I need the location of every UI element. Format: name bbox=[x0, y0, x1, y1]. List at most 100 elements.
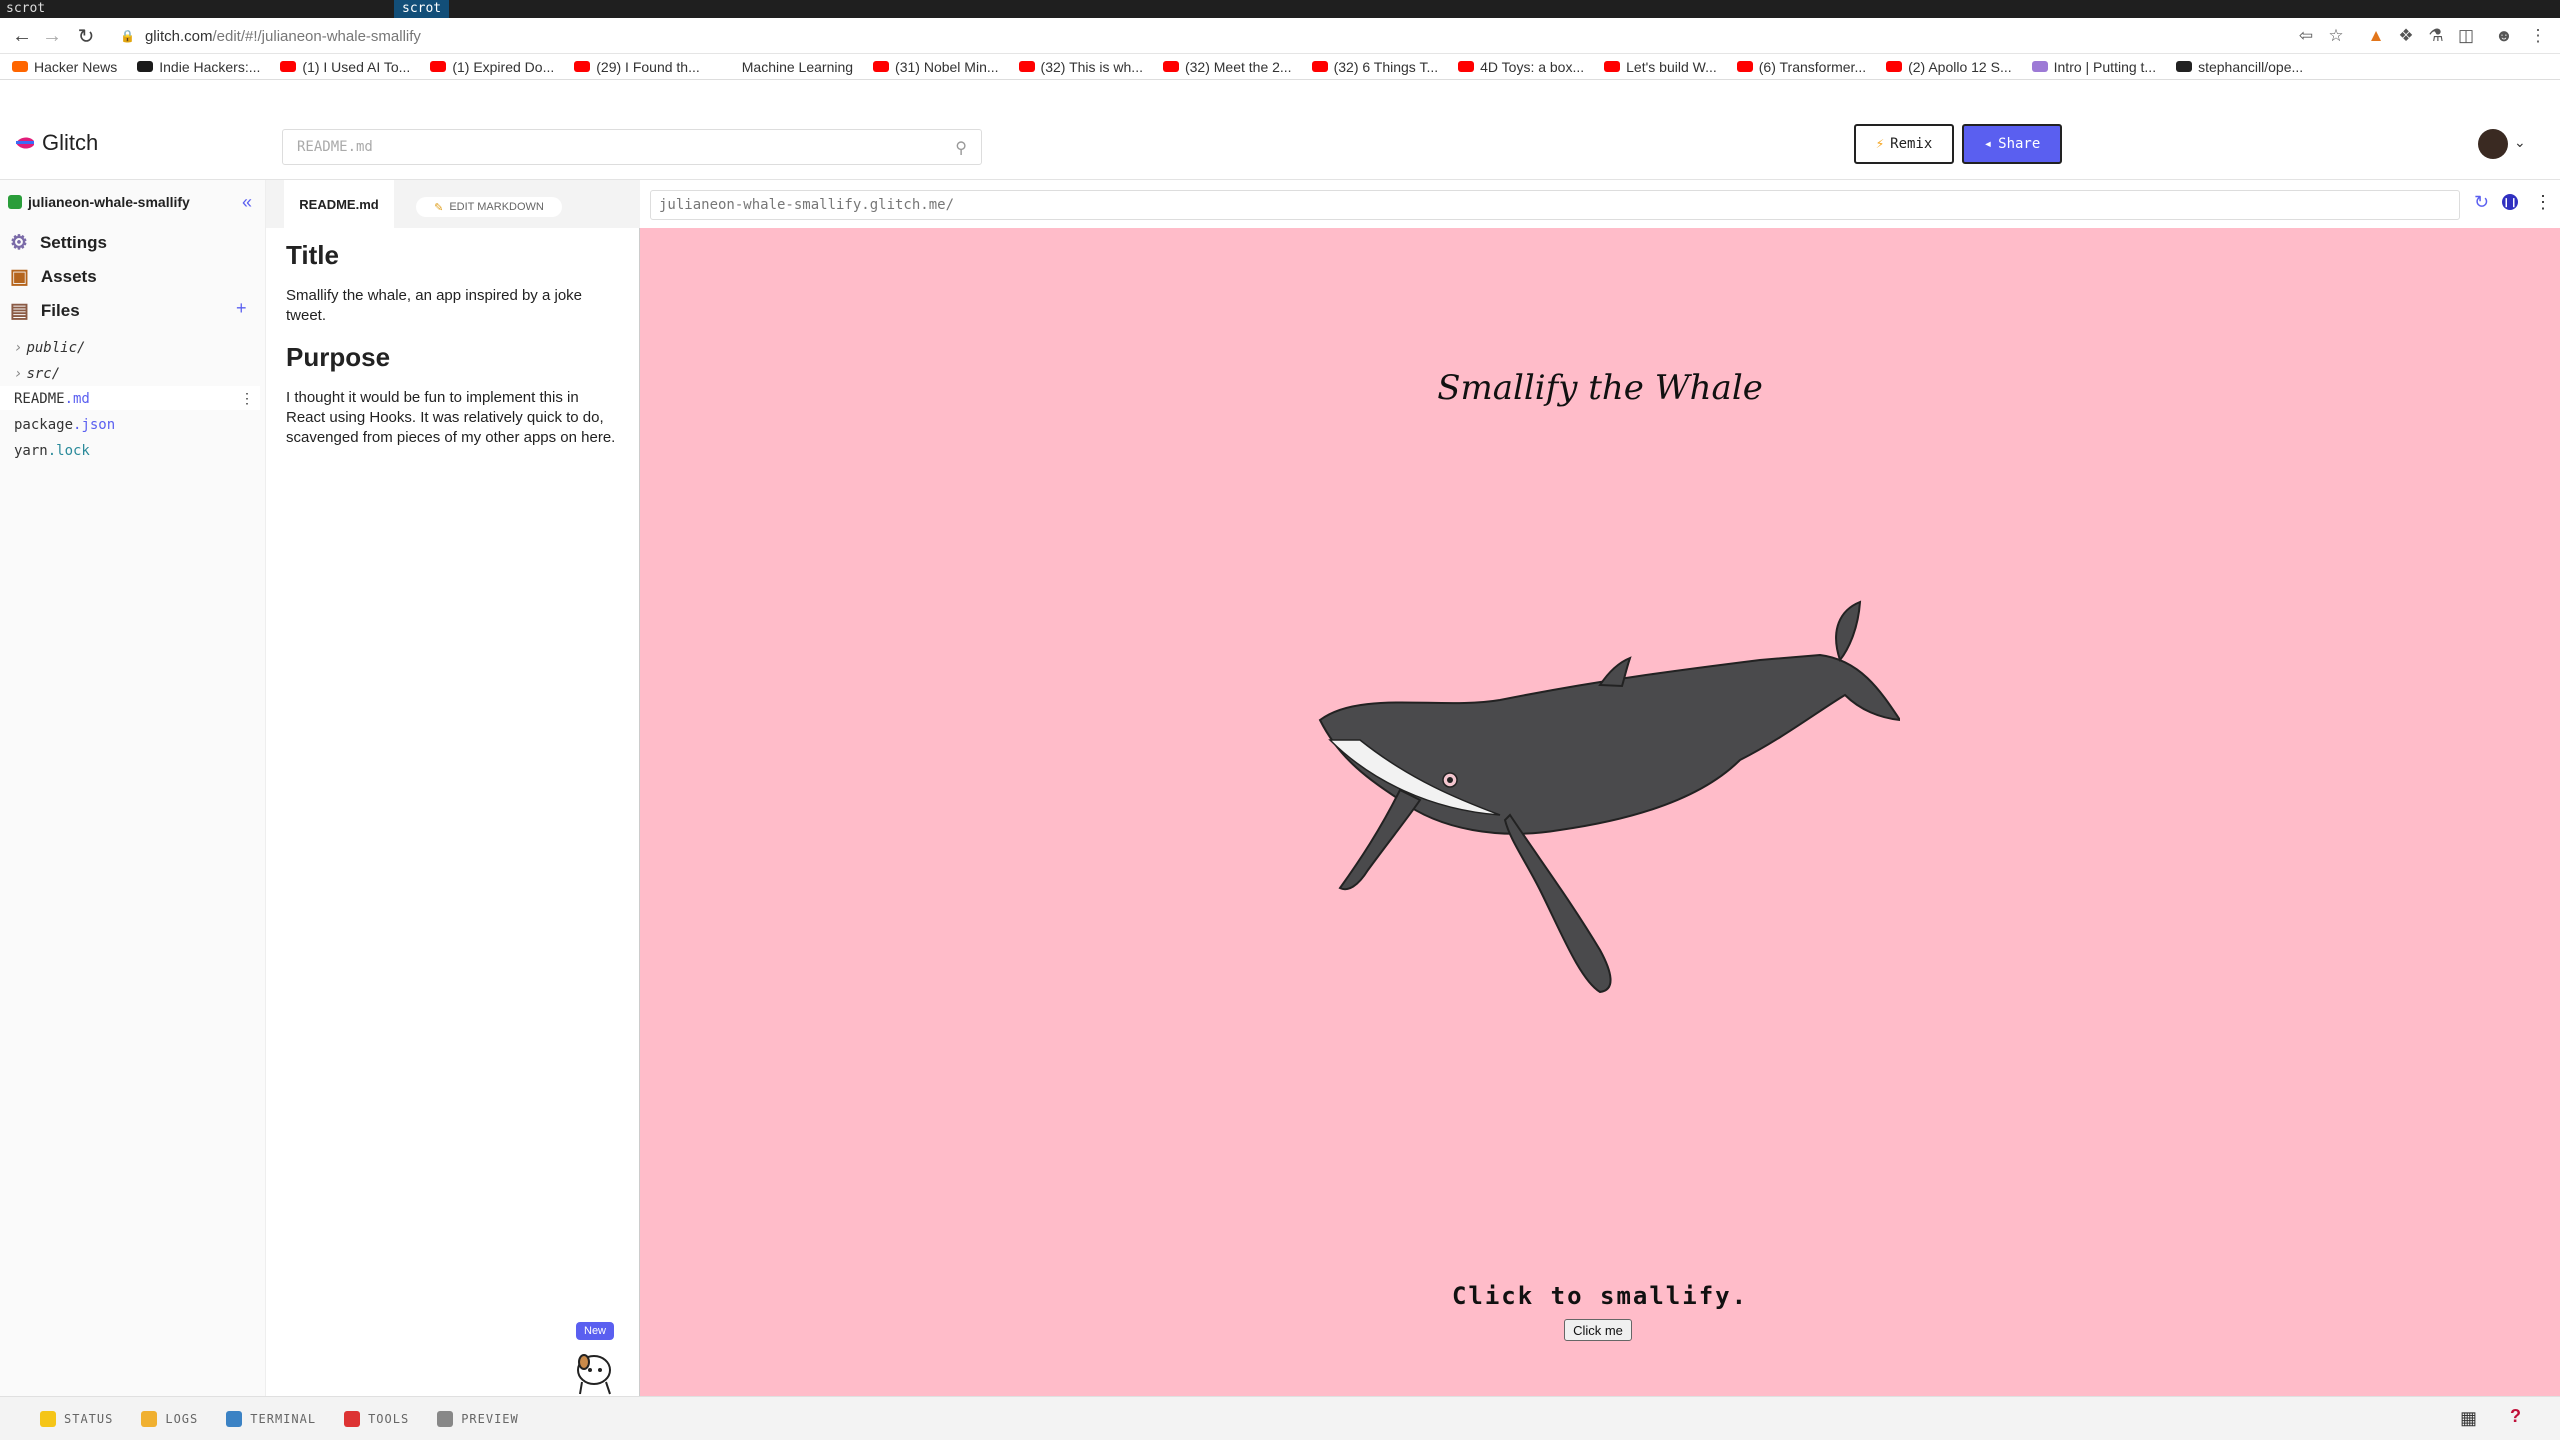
status-item-logs[interactable]: LOGS bbox=[141, 1410, 199, 1427]
preview-options-icon[interactable]: ⋮ bbox=[2534, 192, 2552, 213]
status-item-label: TERMINAL bbox=[250, 1411, 317, 1426]
bookmark-star-icon[interactable]: ☆ bbox=[2322, 18, 2350, 54]
file-options-icon[interactable]: ⋮ bbox=[240, 390, 254, 407]
bookmark-item[interactable]: (32) This is wh... bbox=[1018, 59, 1143, 75]
remix-button[interactable]: ⚡ Remix bbox=[1854, 124, 1954, 164]
bookmark-item[interactable]: (2) Apollo 12 S... bbox=[1886, 59, 2012, 75]
share-icon: ◂ bbox=[1983, 136, 1993, 152]
bookmark-item[interactable]: stephancill/ope... bbox=[2176, 59, 2303, 75]
click-me-button[interactable]: Click me bbox=[1564, 1319, 1632, 1341]
share-page-icon[interactable]: ⇦ bbox=[2292, 18, 2320, 54]
pause-preview-icon[interactable]: ❙❙ bbox=[2502, 194, 2518, 210]
youtube-icon bbox=[574, 61, 591, 72]
avatar[interactable] bbox=[2478, 129, 2508, 159]
address-bar[interactable]: 🔒 glitch.com/edit/#!/julianeon-whale-sma… bbox=[120, 22, 421, 50]
bookmark-item[interactable]: (29) I Found th... bbox=[574, 59, 700, 75]
youtube-icon bbox=[1162, 61, 1179, 72]
ih-icon bbox=[137, 61, 154, 72]
bookmark-item[interactable]: (6) Transformer... bbox=[1736, 58, 1867, 75]
whale-image[interactable] bbox=[1300, 600, 1900, 1040]
sidepanel-icon[interactable]: ◫ bbox=[2452, 18, 2480, 54]
search-input[interactable]: README.md ⚲ bbox=[282, 129, 982, 165]
bookmark-item[interactable]: (32) Meet the 2... bbox=[1162, 58, 1292, 75]
sidebar-item-label: Files bbox=[40, 300, 80, 320]
search-placeholder: README.md bbox=[297, 139, 373, 155]
file-name: package bbox=[14, 417, 74, 433]
smallify-prompt: Click to smallify. bbox=[1451, 1282, 1749, 1310]
remix-label: Remix bbox=[1890, 136, 1933, 152]
status-item-terminal[interactable]: TERMINAL bbox=[226, 1410, 317, 1427]
readme-paragraph-title: Smallify the whale, an app inspired by a… bbox=[286, 287, 583, 324]
bookmark-item[interactable]: Let's build W... bbox=[1604, 59, 1717, 75]
gear-icon: ⚙ bbox=[10, 232, 28, 254]
file-yarn[interactable]: yarn.lock bbox=[14, 443, 90, 459]
browser-menu-icon[interactable]: ⋮ bbox=[2524, 18, 2552, 54]
edit-markdown-button[interactable]: ✎ EDIT MARKDOWN bbox=[416, 197, 562, 217]
file-package[interactable]: package.json bbox=[14, 417, 115, 433]
project-name[interactable]: julianeon-whale-smallify bbox=[8, 194, 190, 210]
bookmark-item[interactable]: Indie Hackers:... bbox=[137, 59, 260, 75]
glitch-header: Glitch README.md ⚲ ⚡ Remix ◂ Share ⌄ bbox=[0, 108, 2560, 180]
status-item-preview[interactable]: PREVIEW bbox=[437, 1410, 519, 1427]
folder-label: src/ bbox=[26, 366, 61, 382]
chevron-down-icon[interactable]: ⌄ bbox=[2514, 134, 2526, 151]
bookmark-item[interactable]: Hacker News bbox=[12, 59, 117, 75]
sidebar-item-label: Settings bbox=[39, 232, 107, 252]
youtube-icon bbox=[1458, 61, 1475, 72]
keyboard-icon[interactable]: ▦ bbox=[2460, 1408, 2477, 1429]
status-icon bbox=[40, 1410, 56, 1427]
status-item-tools[interactable]: TOOLS bbox=[344, 1410, 409, 1427]
metamask-icon[interactable]: ▲ bbox=[2362, 18, 2390, 54]
share-label: Share bbox=[1998, 136, 2041, 152]
pencil-icon: ✎ bbox=[434, 201, 444, 214]
sidebar-item-settings[interactable]: ⚙ Settings bbox=[10, 230, 107, 255]
flask-icon[interactable]: ⚗ bbox=[2422, 18, 2450, 54]
file-readme[interactable]: README.md bbox=[14, 391, 90, 407]
bookmark-label: (31) Nobel Min... bbox=[895, 58, 999, 75]
bookmark-item[interactable]: (31) Nobel Min... bbox=[873, 58, 999, 75]
profile-icon[interactable]: ☻ bbox=[2490, 18, 2518, 54]
status-item-status[interactable]: STATUS bbox=[40, 1410, 113, 1427]
extensions-icon[interactable]: ❖ bbox=[2392, 18, 2420, 54]
bookmark-label: (32) Meet the 2... bbox=[1184, 58, 1292, 75]
share-button[interactable]: ◂ Share bbox=[1962, 124, 2062, 164]
glitch-mascot-icon[interactable] bbox=[570, 1348, 622, 1396]
bookmark-label: 4D Toys: a box... bbox=[1480, 58, 1585, 75]
bookmark-item[interactable]: 4D Toys: a box... bbox=[1458, 59, 1584, 75]
folder-src[interactable]: › src/ bbox=[14, 366, 60, 382]
new-badge[interactable]: New bbox=[576, 1322, 615, 1340]
bookmark-item[interactable]: (32) 6 Things T... bbox=[1311, 59, 1438, 75]
file-ext: .json bbox=[73, 417, 116, 433]
readme-paragraph-purpose: I thought it would be fun to implement t… bbox=[286, 389, 616, 446]
bookmark-item[interactable]: (1) I Used AI To... bbox=[280, 59, 410, 75]
globe-icon bbox=[2031, 61, 2048, 72]
bookmark-item[interactable]: (1) Expired Do... bbox=[430, 59, 554, 75]
logs-icon bbox=[141, 1410, 158, 1427]
bookmark-item[interactable]: Machine Learning bbox=[719, 59, 853, 75]
bookmark-label: (1) Expired Do... bbox=[452, 58, 555, 75]
forward-icon[interactable]: → bbox=[38, 18, 66, 54]
glitch-logo[interactable]: Glitch bbox=[14, 130, 98, 156]
bookmark-item[interactable]: Intro | Putting t... bbox=[2031, 59, 2156, 75]
preview-url-bar[interactable]: julianeon-whale-smallify.glitch.me/ bbox=[650, 190, 2460, 220]
terminal-input[interactable]: scrot bbox=[6, 0, 45, 18]
help-icon[interactable]: ? bbox=[2510, 1406, 2521, 1427]
app-canvas: Smallify the Whale Click to smallify. Cl… bbox=[640, 228, 2560, 1396]
chevron-right-icon: › bbox=[14, 366, 23, 382]
file-ext: .md bbox=[64, 391, 90, 407]
status-item-label: LOGS bbox=[165, 1411, 199, 1426]
folder-public[interactable]: › public/ bbox=[14, 340, 85, 356]
sidebar-item-assets[interactable]: ▣ Assets bbox=[10, 264, 97, 289]
readme-pane: README.md ✎ EDIT MARKDOWN Title Smallify… bbox=[266, 180, 640, 1396]
back-icon[interactable]: ← bbox=[8, 18, 36, 54]
add-file-icon[interactable]: + bbox=[236, 298, 247, 319]
refresh-preview-icon[interactable]: ↻ bbox=[2474, 192, 2489, 213]
bookmark-label: (29) I Found th... bbox=[596, 58, 700, 75]
github-icon bbox=[2176, 61, 2193, 72]
bookmark-label: (6) Transformer... bbox=[1758, 58, 1867, 75]
tab-readme[interactable]: README.md bbox=[284, 180, 394, 228]
youtube-icon bbox=[873, 61, 890, 72]
sidebar-item-files[interactable]: ▤ Files bbox=[10, 298, 80, 323]
collapse-sidebar-icon[interactable]: « bbox=[242, 192, 252, 213]
reload-icon[interactable]: ↻ bbox=[72, 18, 100, 54]
